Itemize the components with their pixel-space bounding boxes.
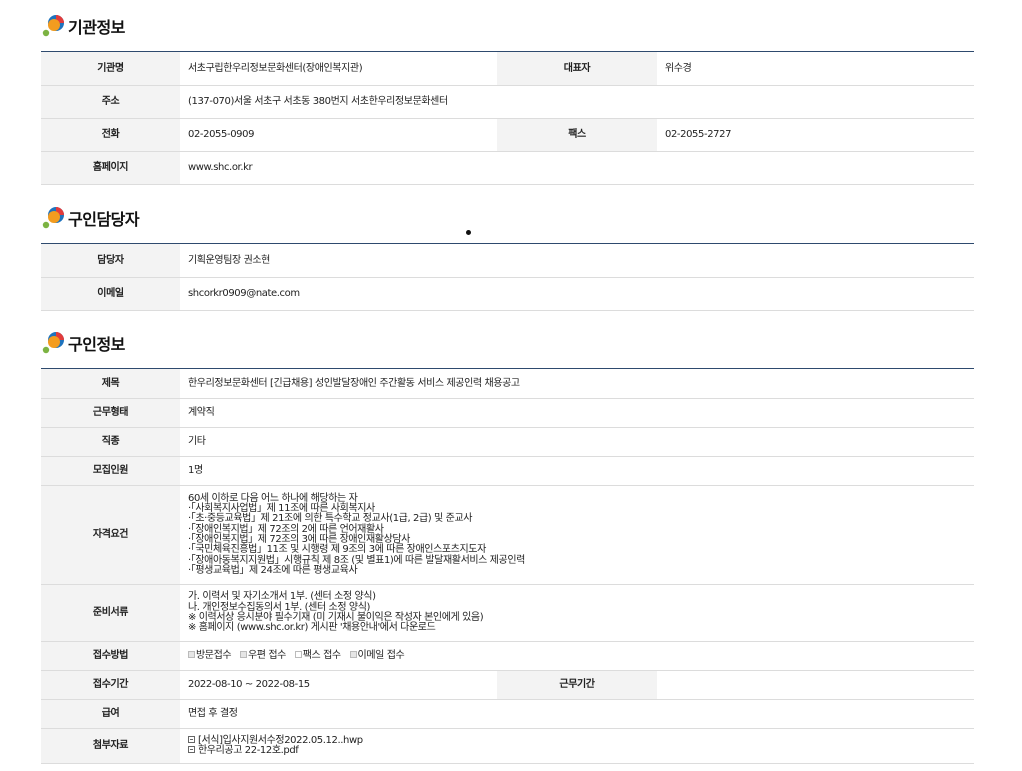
table-row: 담당자 기획운영팀장 권소현 [41,243,974,278]
checkbox-icon [349,651,357,658]
contact-email-label: 이메일 [41,277,180,311]
table-row: 접수기간 2022-08-10 ~ 2022-08-15 근무기간 [41,670,975,700]
table-row: 준비서류 가. 이력서 및 자기소개서 1부. (센터 소정 양식) 나. 개인… [41,584,975,642]
table-row: 이메일 shcorkr0909@nate.com [41,277,974,311]
checkbox-icon [239,651,247,658]
method-option-label: 이메일 접수 [357,650,405,661]
table-row: 급여 면접 후 결정 [41,699,975,729]
org-fax-value: 02-2055-2727 [657,118,974,152]
file-icon [188,735,195,743]
contact-info-table: 담당자 기획운영팀장 권소현 이메일 shcorkr0909@nate.com [41,243,974,311]
logo-icon [42,332,64,354]
job-workperiod-label: 근무기간 [497,670,657,700]
section-title-contact: 구인담당자 [41,206,140,230]
org-name-label: 기관명 [41,51,180,86]
contact-person-label: 담당자 [41,243,180,278]
contact-person-value: 기획운영팀장 권소현 [180,243,974,278]
org-name-value: 서초구립한우리정보문화센터(장애인복지관) [180,51,497,86]
job-kind-label: 직종 [41,427,180,457]
table-row: 접수방법 방문접수 우편 접수 팩스 접수 이메일 접수 [41,641,975,671]
job-type-value: 계약직 [180,398,975,428]
job-period-value: 2022-08-10 ~ 2022-08-15 [180,670,497,700]
job-docs-value: 가. 이력서 및 자기소개서 1부. (센터 소정 양식) 나. 개인정보수집동… [180,584,975,642]
qual-line: ·「평생교육법」제 24조에 따른 평생교육사 [188,564,358,576]
job-count-value: 1명 [180,456,975,486]
job-kind-value: 기타 [180,427,975,457]
method-option-label: 우편 접수 [247,650,286,661]
section-title-job: 구인정보 [41,331,125,355]
job-info-table: 제목 한우리정보문화센터 [긴급채용] 성인발달장애인 주간활동 서비스 제공인… [41,368,975,764]
logo-icon [42,15,64,37]
table-row: 홈페이지 www.shc.or.kr [41,151,974,185]
org-info-table: 기관명 서초구립한우리정보문화센터(장애인복지관) 대표자 위수경 주소 (13… [41,51,974,185]
cursor-dot [466,230,471,235]
job-pay-label: 급여 [41,699,180,729]
section-title-org: 기관정보 [41,14,125,38]
attachment-name: 한우리공고 22-12호.pdf [198,745,299,756]
org-rep-label: 대표자 [497,51,657,86]
table-row: 주소 (137-070)서울 서초구 서초동 380번지 서초한우리정보문화센터 [41,85,974,119]
job-type-label: 근무형태 [41,398,180,428]
job-qual-value: 60세 이하로 다음 어느 하나에 해당하는 자 ·「사회복지사업법」제 11조… [180,485,975,585]
logo-icon [42,207,64,229]
table-row: 기관명 서초구립한우리정보문화센터(장애인복지관) 대표자 위수경 [41,51,974,86]
job-method-label: 접수방법 [41,641,180,671]
job-subject-value: 한우리정보문화센터 [긴급채용] 성인발달장애인 주간활동 서비스 제공인력 채… [180,368,975,399]
checkbox-icon [188,651,195,658]
table-row: 첨부자료 [서식]입사지원서수정2022.05.12..hwp 한우리공고 22… [41,728,975,764]
table-row: 자격요건 60세 이하로 다음 어느 하나에 해당하는 자 ·「사회복지사업법」… [41,485,975,585]
org-addr-value: (137-070)서울 서초구 서초동 380번지 서초한우리정보문화센터 [180,85,974,119]
file-icon [188,746,195,753]
job-attach-value: [서식]입사지원서수정2022.05.12..hwp 한우리공고 22-12호.… [180,728,975,764]
job-attach-label: 첨부자료 [41,728,180,764]
docs-line: ※ 홈페이지 (www.shc.or.kr) 게시판 '채용안내'에서 다운로드 [188,622,436,634]
checkbox-icon [294,651,302,658]
attachment-link[interactable]: [서식]입사지원서수정2022.05.12..hwp [188,734,974,747]
job-method-value: 방문접수 우편 접수 팩스 접수 이메일 접수 [180,641,975,671]
table-row: 근무형태 계약직 [41,398,975,428]
table-row: 직종 기타 [41,427,975,457]
section-title-text: 구인정보 [68,335,125,354]
table-row: 전화 02-2055-0909 팩스 02-2055-2727 [41,118,974,152]
org-addr-label: 주소 [41,85,180,119]
org-tel-label: 전화 [41,118,180,152]
job-count-label: 모집인원 [41,456,180,486]
section-title-text: 구인담당자 [68,210,140,229]
org-tel-value: 02-2055-0909 [180,118,497,152]
method-option-label: 방문접수 [196,650,232,661]
contact-email-link[interactable]: shcorkr0909@nate.com [180,277,974,311]
method-option-label: 팩스 접수 [302,650,341,661]
org-rep-value: 위수경 [657,51,974,86]
table-row: 제목 한우리정보문화센터 [긴급채용] 성인발달장애인 주간활동 서비스 제공인… [41,368,975,399]
attachment-name: [서식]입사지원서수정2022.05.12..hwp [198,734,363,746]
method-option-fax[interactable]: 팩스 접수 [294,650,341,661]
job-docs-label: 준비서류 [41,584,180,642]
method-option-mail[interactable]: 우편 접수 [239,650,286,661]
job-pay-value: 면접 후 결정 [180,699,975,729]
org-home-label: 홈페이지 [41,151,180,185]
org-fax-label: 팩스 [497,118,657,152]
job-qual-label: 자격요건 [41,485,180,585]
method-option-email[interactable]: 이메일 접수 [349,650,405,661]
method-option-visit[interactable]: 방문접수 [188,650,232,661]
attachment-link[interactable]: 한우리공고 22-12호.pdf [188,745,974,757]
job-workperiod-value [657,670,975,700]
section-title-text: 기관정보 [68,18,125,37]
org-home-link[interactable]: www.shc.or.kr [180,151,974,185]
job-subject-label: 제목 [41,368,180,399]
job-period-label: 접수기간 [41,670,180,700]
table-row: 모집인원 1명 [41,456,975,486]
